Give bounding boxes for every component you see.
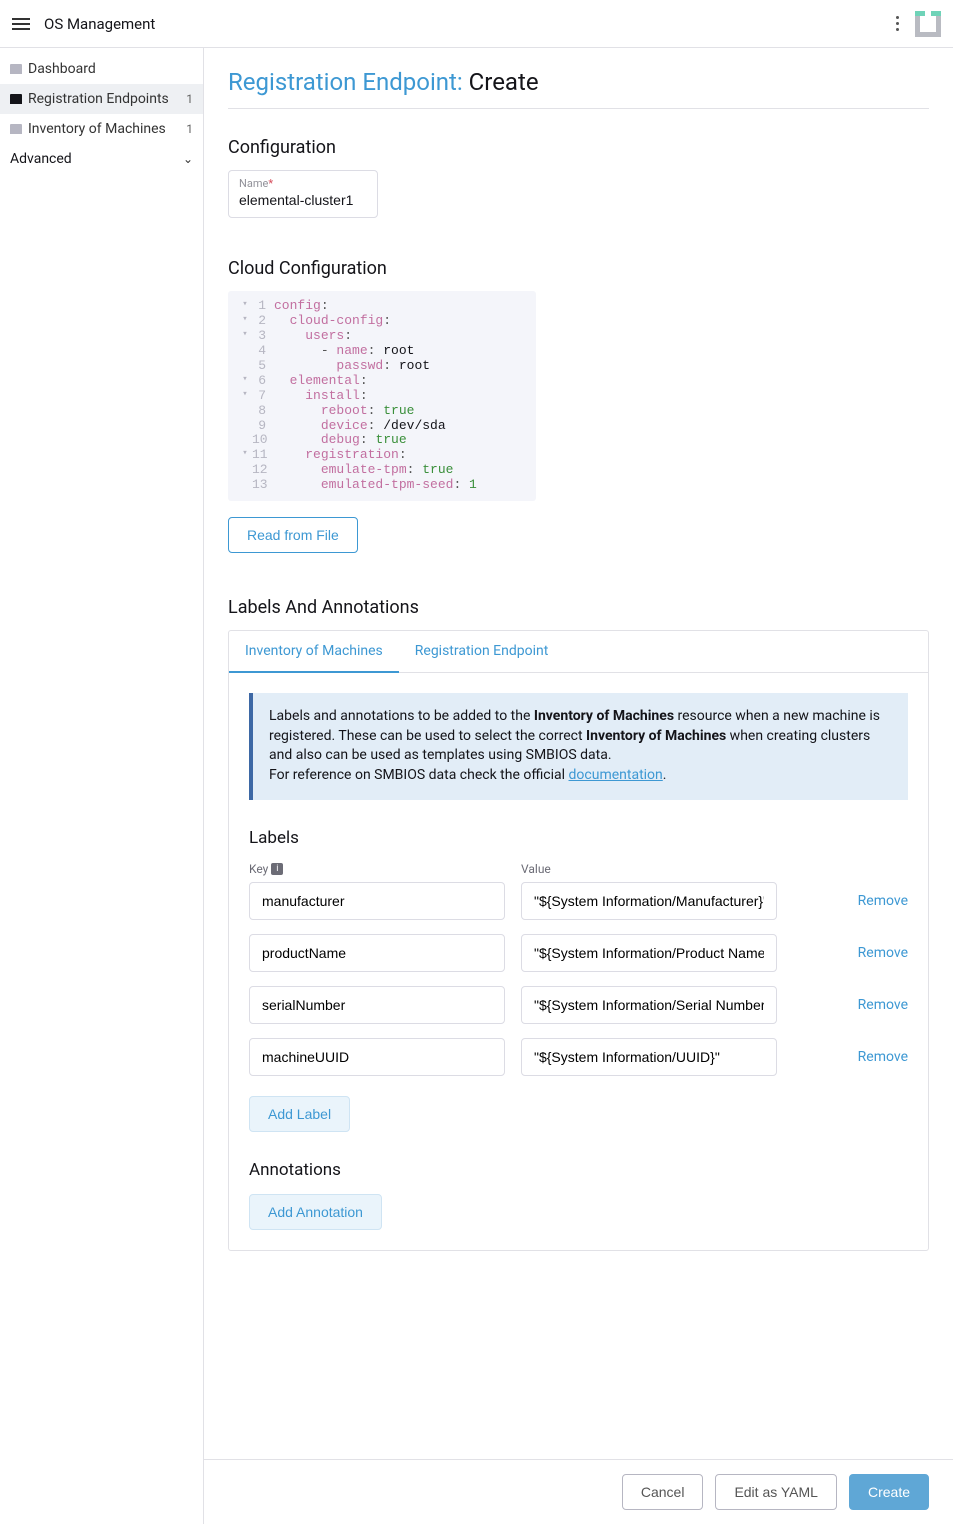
create-button[interactable]: Create [849,1474,929,1510]
kebab-icon[interactable] [892,12,903,35]
cancel-button[interactable]: Cancel [622,1474,704,1510]
label-value-input[interactable] [521,1038,777,1076]
name-input[interactable] [239,192,367,208]
label-row: Remove [249,882,908,920]
folder-icon [10,64,22,74]
label-row: Remove [249,934,908,972]
brand-logo [915,11,941,37]
sidebar-item-advanced[interactable]: Advanced ⌄ [0,144,203,174]
label-row: Remove [249,986,908,1024]
remove-label-link[interactable]: Remove [858,945,908,961]
name-label: Name* [239,177,367,190]
add-label-button[interactable]: Add Label [249,1096,350,1132]
label-key-input[interactable] [249,882,505,920]
label-key-input[interactable] [249,1038,505,1076]
section-labels-annotations: Labels And Annotations [228,597,929,618]
sidebar-item-registration-endpoints[interactable]: Registration Endpoints 1 [0,84,203,114]
page-title: Registration Endpoint: Create [228,68,929,109]
documentation-link[interactable]: documentation [569,767,663,783]
tab-inventory[interactable]: Inventory of Machines [229,631,399,673]
folder-icon [10,94,22,104]
label-key-input[interactable] [249,934,505,972]
sidebar-item-dashboard[interactable]: Dashboard [0,54,203,84]
breadcrumb-link[interactable]: Registration Endpoint: [228,68,463,96]
label-value-input[interactable] [521,934,777,972]
name-field-wrap[interactable]: Name* [228,170,378,218]
remove-label-link[interactable]: Remove [858,893,908,909]
labels-heading: Labels [249,828,908,848]
edit-yaml-button[interactable]: Edit as YAML [715,1474,837,1510]
add-annotation-button[interactable]: Add Annotation [249,1194,382,1230]
yaml-editor[interactable]: ▾1config:▾2 cloud-config:▾3 users:4 - na… [228,291,536,501]
info-icon[interactable]: i [271,863,283,875]
info-banner: Labels and annotations to be added to th… [249,693,908,799]
label-value-input[interactable] [521,986,777,1024]
read-from-file-button[interactable]: Read from File [228,517,358,553]
section-cloud-config: Cloud Configuration [228,258,929,279]
tabs: Inventory of Machines Registration Endpo… [229,631,928,673]
topbar: OS Management [0,0,953,48]
label-value-input[interactable] [521,882,777,920]
annotations-heading: Annotations [249,1160,908,1180]
sidebar: Dashboard Registration Endpoints 1 Inven… [0,48,204,1524]
folder-icon [10,124,22,134]
label-key-input[interactable] [249,986,505,1024]
chevron-down-icon: ⌄ [183,152,193,166]
footer-actions: Cancel Edit as YAML Create [204,1459,953,1524]
sidebar-item-inventory[interactable]: Inventory of Machines 1 [0,114,203,144]
menu-icon[interactable] [12,18,30,30]
remove-label-link[interactable]: Remove [858,997,908,1013]
tab-registration-endpoint[interactable]: Registration Endpoint [399,631,565,672]
remove-label-link[interactable]: Remove [858,1049,908,1065]
section-configuration: Configuration [228,137,929,158]
label-row: Remove [249,1038,908,1076]
app-title: OS Management [44,15,155,33]
